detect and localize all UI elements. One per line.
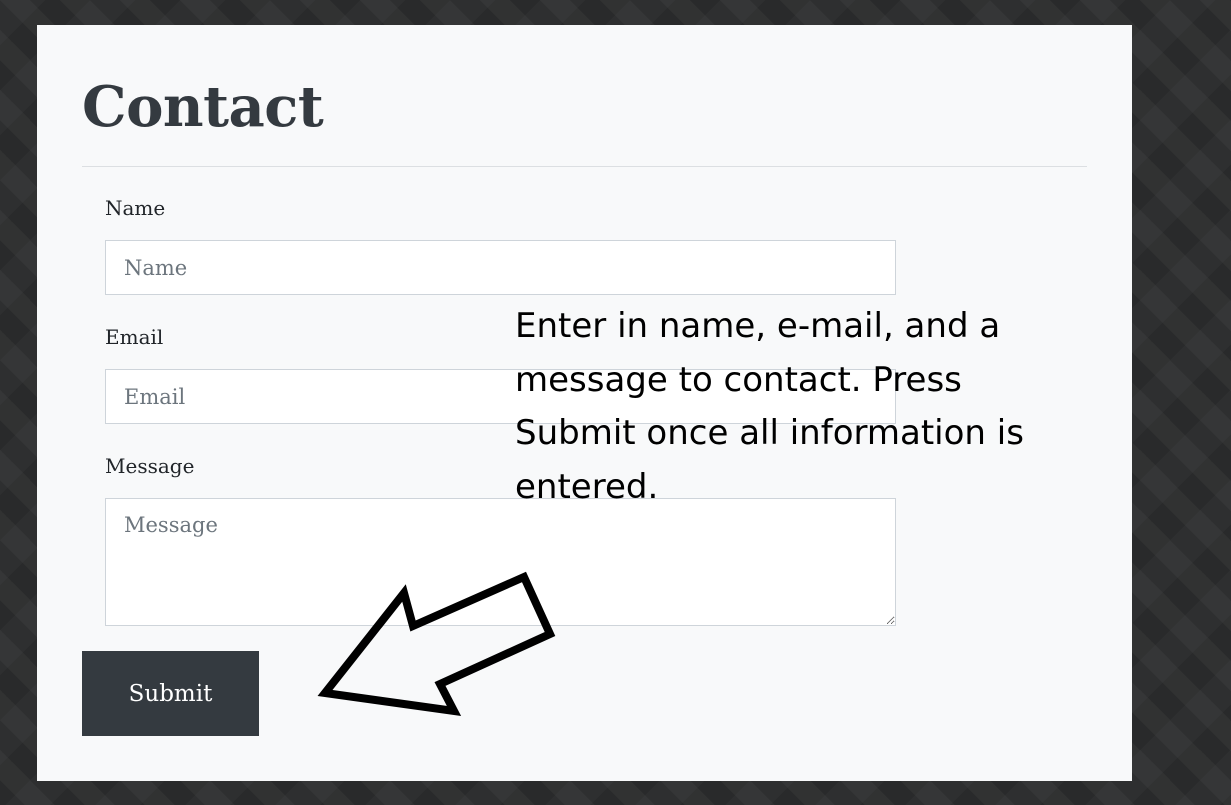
- submit-button[interactable]: Submit: [82, 651, 259, 736]
- name-label: Name: [105, 196, 166, 220]
- message-label: Message: [105, 454, 195, 478]
- email-label: Email: [105, 325, 164, 349]
- message-textarea[interactable]: [105, 498, 896, 626]
- name-input[interactable]: [105, 240, 896, 295]
- instruction-callout: Enter in name, e-mail, and a message to …: [515, 306, 1024, 507]
- page-title: Contact: [82, 74, 324, 140]
- title-divider: [82, 166, 1087, 167]
